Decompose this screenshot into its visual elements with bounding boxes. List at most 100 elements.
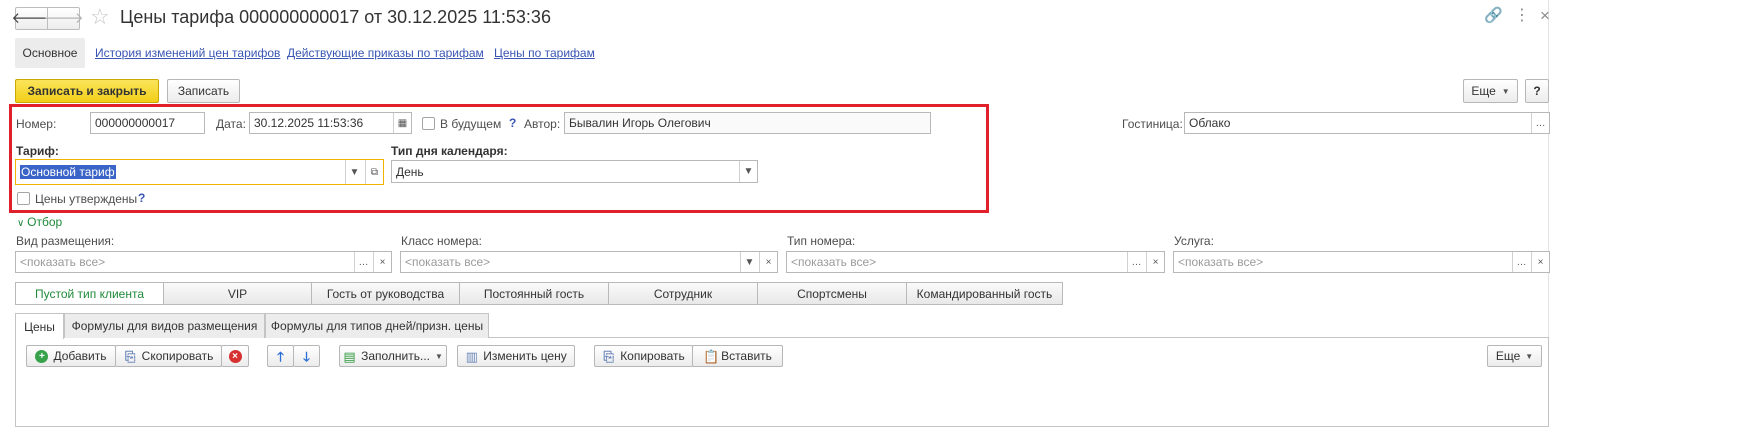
section-link-prices-label: Цены по тарифам [494,46,595,60]
client-type-regular-guest[interactable]: Постоянный гость [459,282,609,305]
author-field: Бывалин Игорь Олегович [564,112,931,134]
room-type-field[interactable]: <показать все> … × [786,251,1165,273]
number-label: Номер: [16,117,57,131]
change-price-button-label: Изменить цену [483,349,567,363]
tariff-open-icon[interactable]: ⧉ [365,160,383,184]
arrow-up-icon: 🡑 [277,348,284,364]
prices-approved-help-icon[interactable]: ? [138,191,145,205]
chevron-down-icon: ▼ [435,351,443,361]
placement-type-select-button[interactable]: … [354,252,372,272]
tab-day-type-formulas[interactable]: Формулы для типов дней/призн. цены [265,313,489,338]
prices-approved-label: Цены утверждены [35,192,138,206]
hotel-select-button[interactable]: … [1531,113,1549,133]
hotel-value: Облако [1189,116,1231,130]
room-class-field[interactable]: <показать все> ▼ × [400,251,778,273]
filter-toggle[interactable]: ∨ Отбор [17,215,62,229]
room-type-placeholder: <показать все> [791,255,877,269]
chevron-down-icon: ▼ [1501,86,1510,96]
client-type-management-guest[interactable]: Гость от руководства [311,282,460,305]
tariff-value: Основной тариф [20,165,116,179]
close-icon[interactable]: × [1540,7,1550,24]
room-class-clear-icon[interactable]: × [759,252,777,272]
date-value: 30.12.2025 11:53:36 [254,116,364,130]
placement-type-field[interactable]: <показать все> … × [15,251,392,273]
author-label: Автор: [524,117,561,131]
arrow-down-icon: 🡓 [303,348,310,364]
table-more-button-label: Еще [1495,349,1521,363]
service-select-button[interactable]: … [1512,252,1530,272]
filter-toggle-label: Отбор [27,215,63,229]
chevron-down-icon: ∨ [17,218,28,229]
help-button[interactable]: ? [1525,79,1549,103]
client-type-athletes[interactable]: Спортсмены [757,282,907,305]
plus-icon: + [35,349,49,363]
more-button[interactable]: Еще ▼ [1463,79,1518,103]
client-type-business-traveler[interactable]: Командированный гость [906,282,1063,305]
day-type-value: День [396,164,424,179]
section-link-orders[interactable]: Действующие приказы по тарифам [287,46,484,60]
hotel-field[interactable]: Облако … [1184,112,1550,134]
move-up-button[interactable]: 🡑 [267,345,294,367]
hotel-label: Гостиница: [1122,117,1183,131]
paste-button-label: Вставить [721,349,772,363]
move-down-button[interactable]: 🡓 [293,345,320,367]
table-more-button[interactable]: Еще ▼ [1487,345,1542,367]
room-class-placeholder: <показать все> [405,255,491,269]
placement-type-clear-icon[interactable]: × [373,252,391,272]
copy-button-label: Копировать [620,349,685,363]
room-type-select-button[interactable]: … [1127,252,1145,272]
save-and-close-button[interactable]: Записать и закрыть [15,79,159,103]
delete-icon: × [228,349,242,363]
service-placeholder: <показать все> [1178,255,1264,269]
delete-button[interactable]: × [221,345,249,367]
favorite-star-icon[interactable]: ☆ [90,6,110,28]
save-button[interactable]: Записать [167,79,240,103]
copy-row-button-label: Скопировать [141,349,214,363]
copy-button[interactable]: ⎘ Копировать [594,345,693,367]
tab-prices[interactable]: Цены [15,313,64,339]
client-type-empty[interactable]: Пустой тип клиента [15,282,164,305]
section-link-prices[interactable]: Цены по тарифам [494,46,595,60]
service-clear-icon[interactable]: × [1531,252,1549,272]
future-label: В будущем [440,117,502,131]
link-icon[interactable]: 🔗 [1484,8,1503,23]
add-button[interactable]: + Добавить [26,345,116,367]
section-link-history[interactable]: История изменений цен тарифов [95,46,280,60]
paste-icon: 📋 [703,348,720,364]
paste-button[interactable]: 📋 Вставить [692,345,783,367]
tariff-dropdown-icon[interactable]: ▼ [345,160,363,184]
forward-button[interactable]: 🡒 [43,7,84,30]
client-type-vip[interactable]: VIP [163,282,312,305]
service-field[interactable]: <показать все> … × [1173,251,1550,273]
fill-icon: ▤ [343,348,356,364]
menu-dots-icon[interactable]: ⋮ [1514,8,1530,24]
number-field[interactable]: 000000000017 [90,112,205,134]
section-link-history-label: История изменений цен тарифов [95,46,281,60]
day-type-dropdown-icon[interactable]: ▼ [739,161,757,182]
date-field[interactable]: 30.12.2025 11:53:36 ▦ [249,112,412,134]
tariff-label: Тариф: [16,144,59,158]
tab-placement-formulas[interactable]: Формулы для видов размещения [64,313,265,338]
arrow-right-icon: 🡒 [43,10,84,27]
future-checkbox[interactable] [422,117,435,130]
day-type-field[interactable]: День ▼ [391,160,758,183]
room-type-label: Тип номера: [787,234,856,248]
section-link-orders-label: Действующие приказы по тарифам [287,46,484,60]
tariff-field[interactable]: Основной тариф ▼ ⧉ [15,159,384,185]
section-tab-main[interactable]: Основное [15,38,85,68]
room-class-dropdown-icon[interactable]: ▼ [740,252,758,272]
fill-button[interactable]: ▤ Заполнить... ▼ [339,345,447,367]
add-button-label: Добавить [53,349,107,363]
room-type-clear-icon[interactable]: × [1146,252,1164,272]
client-type-employee[interactable]: Сотрудник [608,282,758,305]
future-help-icon[interactable]: ? [509,116,516,130]
copy-icon: ⎘ [124,348,136,364]
prices-approved-checkbox[interactable] [17,192,30,205]
change-price-button[interactable]: ▥ Изменить цену [457,345,575,367]
room-class-label: Класс номера: [401,234,482,248]
calendar-icon[interactable]: ▦ [393,113,411,133]
date-label: Дата: [216,117,246,131]
chevron-down-icon: ▼ [1525,351,1534,361]
copy-row-button[interactable]: ⎘ Скопировать [115,345,222,367]
page-title: Цены тарифа 000000000017 от 30.12.2025 1… [120,7,551,27]
